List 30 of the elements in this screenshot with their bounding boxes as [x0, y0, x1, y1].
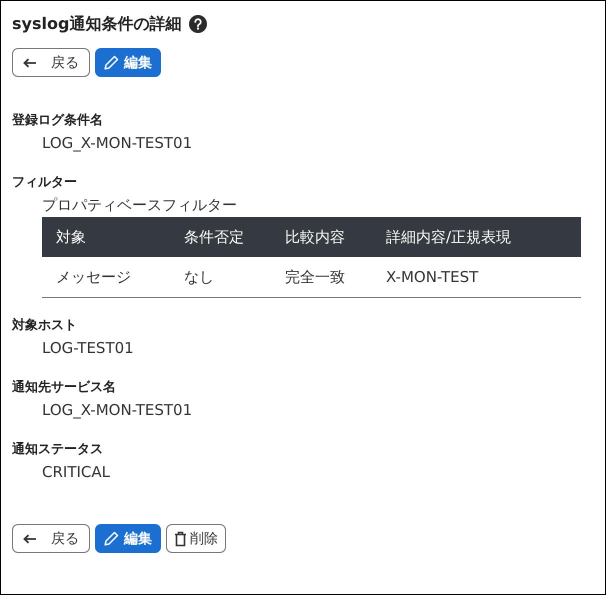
pencil-icon — [104, 531, 119, 546]
column-header: 対象 — [42, 217, 170, 257]
column-header: 条件否定 — [170, 217, 271, 257]
field-label: 対象ホスト — [12, 316, 78, 335]
left-arrow-icon — [23, 534, 37, 544]
left-arrow-icon — [23, 58, 37, 68]
field-value: CRITICAL — [42, 462, 111, 483]
help-icon[interactable] — [189, 15, 208, 33]
back-button[interactable]: 戻る — [12, 48, 90, 77]
table-cell: 完全一致 — [271, 257, 372, 298]
table-cell: X-MON-TEST — [372, 257, 581, 298]
edit-button[interactable]: 編集 — [95, 524, 161, 553]
field-value: LOG-TEST01 — [42, 338, 135, 359]
page-title: syslog通知条件の詳細 — [12, 14, 182, 34]
filter-subtitle: プロパティベースフィルター — [42, 195, 238, 216]
field-label: 登録ログ条件名 — [12, 112, 104, 130]
delete-button[interactable]: 削除 — [166, 524, 226, 553]
field-label: 通知先サービス名 — [12, 379, 117, 397]
pencil-icon — [104, 55, 119, 70]
table-cell: メッセージ — [42, 257, 170, 298]
column-header: 詳細内容/正規表現 — [372, 217, 581, 257]
field-value: LOG_X-MON-TEST01 — [42, 133, 194, 154]
edit-button[interactable]: 編集 — [95, 48, 161, 77]
column-header: 比較内容 — [271, 217, 372, 257]
back-button[interactable]: 戻る — [12, 524, 90, 553]
table-cell: なし — [170, 257, 271, 298]
field-value: LOG_X-MON-TEST01 — [42, 400, 194, 421]
field-label: フィルター — [12, 174, 78, 192]
field-label: 通知ステータス — [12, 441, 104, 459]
trash-icon — [174, 530, 187, 546]
